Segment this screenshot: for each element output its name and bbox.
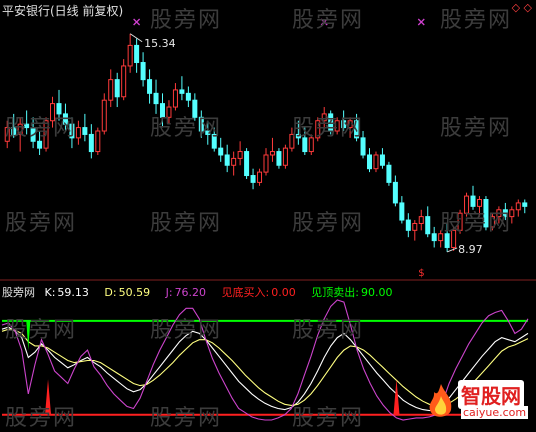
candle — [379, 154, 385, 166]
candle — [399, 202, 405, 221]
candle — [412, 222, 418, 231]
candle — [95, 130, 101, 153]
sell-value: 90.00 — [361, 286, 393, 299]
watermark: 股旁网 — [5, 318, 78, 343]
buy-label: 见底买入: — [221, 286, 270, 299]
watermark: 股旁网 — [440, 8, 513, 33]
candle — [405, 219, 411, 231]
candle — [140, 62, 146, 81]
k-label: K: — [44, 286, 56, 299]
candle — [153, 92, 159, 105]
watermark: 股旁网 — [440, 211, 513, 236]
candle — [185, 92, 191, 101]
candle — [134, 44, 140, 64]
candle — [88, 133, 94, 153]
site-logo[interactable]: 智股网 caiyue.com — [425, 380, 533, 422]
candle — [367, 154, 373, 170]
candle — [237, 151, 243, 159]
watermark: 股旁网 — [292, 8, 365, 33]
chart-stage: 15.34 8.97 $ 股旁网 股旁网 股旁网 股旁网 股旁网 股旁网 股旁网 股… — [0, 0, 536, 431]
watermark: 股旁网 — [292, 406, 365, 431]
indicator-name: 股旁网 — [2, 286, 35, 299]
candle — [179, 89, 185, 94]
watermark: 股旁网 — [5, 406, 78, 431]
watermark: 股旁网 — [440, 116, 513, 141]
d-label: D: — [104, 286, 117, 299]
candle — [257, 171, 263, 183]
watermark: 股旁网 — [150, 211, 223, 236]
watermark: 股旁网 — [292, 211, 365, 236]
watermark: 股旁网 — [5, 116, 78, 141]
buy-value: 0.00 — [271, 286, 296, 299]
watermark: 股旁网 — [292, 116, 365, 141]
watermark: 股旁网 — [150, 8, 223, 33]
candle — [147, 79, 153, 94]
j-value: 76.20 — [174, 286, 207, 299]
logo-name: 智股网 — [458, 380, 524, 409]
indicator-legend: 股旁网 K: 59.13 D: 50.59 J: 76.20 见底买入: 0.00 见顶… — [2, 284, 405, 300]
candle — [373, 154, 379, 170]
diamond-icons[interactable]: ◇ ◇ — [512, 1, 532, 14]
candle — [244, 151, 250, 177]
candle — [522, 202, 528, 207]
candle — [392, 181, 398, 204]
j-label: J: — [165, 286, 173, 299]
candle — [250, 175, 256, 183]
watermark: 股旁网 — [150, 406, 223, 431]
candle — [101, 99, 107, 132]
d-value: 50.59 — [118, 286, 151, 299]
candle — [418, 216, 424, 224]
candle — [172, 89, 178, 108]
sell-label: 见顶卖出: — [311, 286, 359, 299]
flame-icon — [429, 384, 452, 417]
candle — [282, 147, 288, 166]
watermark: 股旁网 — [150, 116, 223, 141]
candle — [515, 202, 521, 211]
candle — [82, 127, 88, 135]
high-label: 15.34 — [144, 37, 176, 50]
candle — [431, 233, 437, 242]
candle — [276, 151, 282, 166]
k-value: 59.13 — [57, 286, 89, 299]
candle — [127, 44, 133, 67]
candle — [37, 140, 43, 149]
low-label: 8.97 — [458, 243, 483, 256]
watermark: 股旁网 — [150, 318, 223, 343]
candle — [224, 154, 230, 166]
chart-title: 平安银行(日线 前复权) — [2, 4, 124, 18]
candle — [425, 216, 431, 235]
candle — [121, 65, 127, 98]
candle — [108, 79, 114, 101]
candle — [231, 157, 237, 166]
watermark: 股旁网 — [5, 211, 78, 236]
watermark: 股旁网 — [292, 318, 365, 343]
candle — [114, 79, 120, 98]
logo-url: caiyue.com — [461, 406, 529, 419]
candle — [218, 147, 224, 156]
candle — [386, 164, 392, 183]
candle — [269, 151, 275, 156]
buy-marker: $ — [418, 268, 424, 279]
candle — [263, 154, 269, 173]
